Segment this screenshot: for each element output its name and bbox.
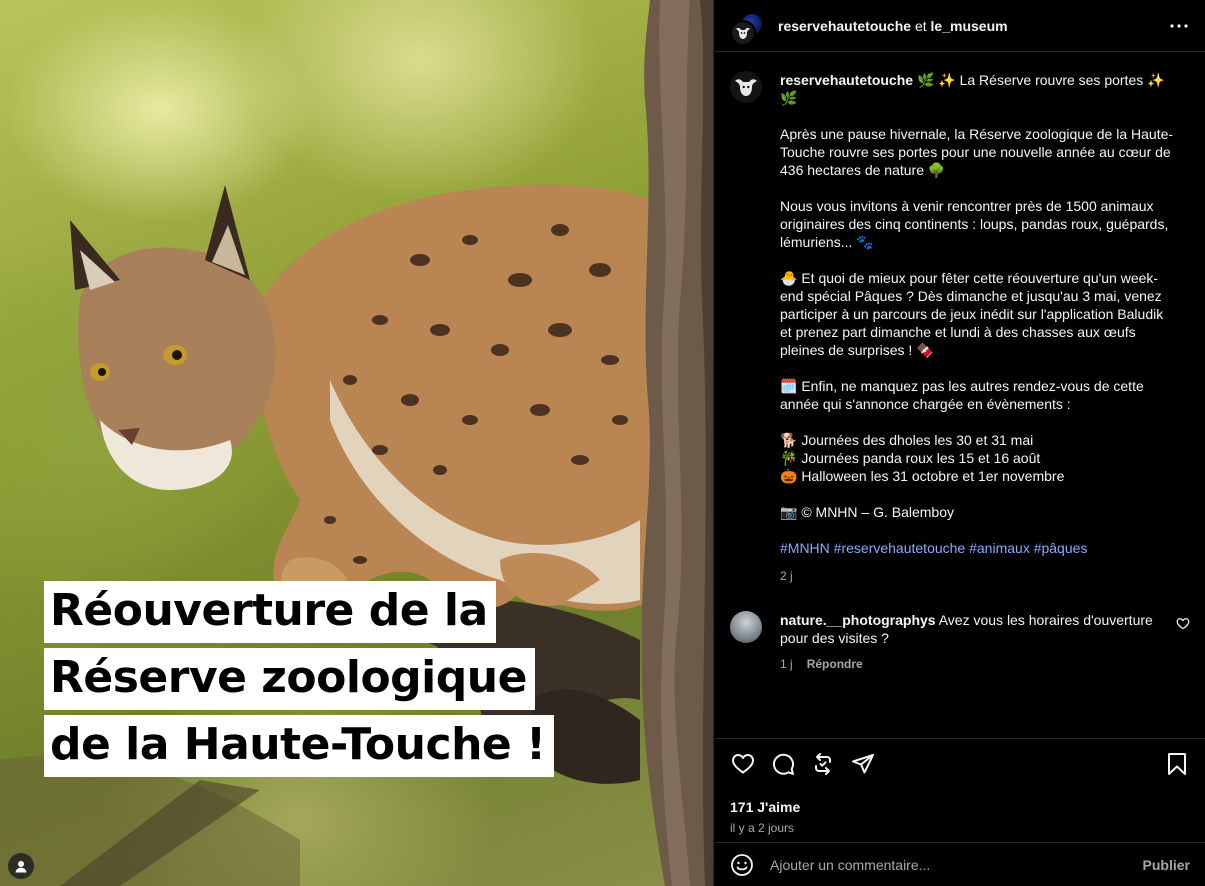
event-item: 🐕 Journées des dholes les 30 et 31 mai xyxy=(780,432,1034,448)
caption-username[interactable]: reservehautetouche xyxy=(780,72,913,88)
like-comment-heart-icon[interactable] xyxy=(1176,617,1190,631)
action-bar xyxy=(730,751,1190,777)
event-item: 🎃 Halloween les 31 octobre et 1er novemb… xyxy=(780,468,1065,484)
more-dots-icon xyxy=(1170,23,1188,28)
repost-icon xyxy=(815,753,831,775)
repost-button[interactable] xyxy=(810,751,836,777)
hashtag-link[interactable]: #MNHN xyxy=(780,540,830,556)
post-date[interactable]: il y a 2 jours xyxy=(730,821,1190,835)
buffalo-logo-icon xyxy=(736,27,750,39)
post-authors: reservehautetouche et le_museum xyxy=(778,18,1167,34)
save-button[interactable] xyxy=(1164,751,1190,777)
comment-username[interactable]: nature.__photographys xyxy=(780,612,936,628)
post-caption: reservehautetouche 🌿 ✨ La Réserve rouvre… xyxy=(730,71,1190,585)
comment-meta: 1 j Répondre xyxy=(780,655,1160,673)
comment-item: nature.__photographys Avez vous les hora… xyxy=(730,611,1190,673)
event-item: 🎋 Journées panda roux les 15 et 16 août xyxy=(780,450,1041,466)
share-button[interactable] xyxy=(850,751,876,777)
publish-button[interactable]: Publier xyxy=(1143,857,1190,873)
author-username[interactable]: reservehautetouche xyxy=(778,18,911,34)
post-details-panel: reservehautetouche et le_museum reserveh… xyxy=(713,0,1205,886)
reply-button[interactable]: Répondre xyxy=(807,655,863,673)
avatar[interactable] xyxy=(730,71,762,103)
like-button[interactable] xyxy=(730,751,756,777)
user-icon xyxy=(15,861,27,873)
avatar[interactable] xyxy=(730,611,762,643)
hashtag-link[interactable]: #pâques xyxy=(1034,540,1088,556)
post-actions: 171 J'aime il y a 2 jours xyxy=(714,738,1205,842)
comment-time[interactable]: 1 j xyxy=(780,655,793,673)
more-options-button[interactable] xyxy=(1167,14,1191,38)
post-time[interactable]: 2 j xyxy=(780,567,1176,585)
hashtag-link[interactable]: #reservehautetouche xyxy=(834,540,966,556)
collab-avatars[interactable] xyxy=(730,8,766,46)
bookmark-icon xyxy=(1168,753,1186,775)
comment-input[interactable] xyxy=(770,856,1143,873)
post-photo[interactable]: Réouverture de la Réserve zoologique de … xyxy=(0,0,713,886)
comment-button[interactable] xyxy=(770,751,796,777)
likes-count[interactable]: 171 J'aime xyxy=(730,799,1190,815)
comments-list[interactable]: reservehautetouche 🌿 ✨ La Réserve rouvre… xyxy=(714,53,1205,737)
emoji-icon[interactable] xyxy=(730,853,754,877)
hashtag-link[interactable]: #animaux xyxy=(969,540,1030,556)
avatar xyxy=(730,19,756,46)
caption-paragraph: Après une pause hivernale, la Réserve zo… xyxy=(780,126,1174,178)
caption-line: Réouverture de la xyxy=(44,581,496,643)
caption-text: reservehautetouche 🌿 ✨ La Réserve rouvre… xyxy=(780,71,1176,585)
comment-icon xyxy=(772,753,794,775)
author-username[interactable]: le_museum xyxy=(931,18,1008,34)
photo-caption: Réouverture de la Réserve zoologique de … xyxy=(44,581,554,782)
author-connector: et xyxy=(914,17,927,34)
heart-icon xyxy=(732,754,754,774)
buffalo-logo-icon xyxy=(735,79,757,96)
comment-text: nature.__photographys Avez vous les hora… xyxy=(780,611,1160,673)
caption-paragraph: 🗓️ Enfin, ne manquez pas les autres rend… xyxy=(780,378,1144,412)
caption-paragraph: Nous vous invitons à venir rencontrer pr… xyxy=(780,198,1169,250)
photo-credit: 📷 © MNHN – G. Balemboy xyxy=(780,504,955,520)
add-comment-bar: Publier xyxy=(714,842,1205,886)
caption-paragraph: 🐣 Et quoi de mieux pour fêter cette réou… xyxy=(780,270,1164,358)
hashtags: #MNHN #reservehautetouche #animaux #pâqu… xyxy=(780,539,1176,557)
post-header: reservehautetouche et le_museum xyxy=(714,0,1205,52)
tagged-users-button[interactable] xyxy=(8,853,34,879)
caption-line: Réserve zoologique xyxy=(44,648,535,710)
caption-line: de la Haute-Touche ! xyxy=(44,715,554,777)
share-icon xyxy=(852,754,874,774)
